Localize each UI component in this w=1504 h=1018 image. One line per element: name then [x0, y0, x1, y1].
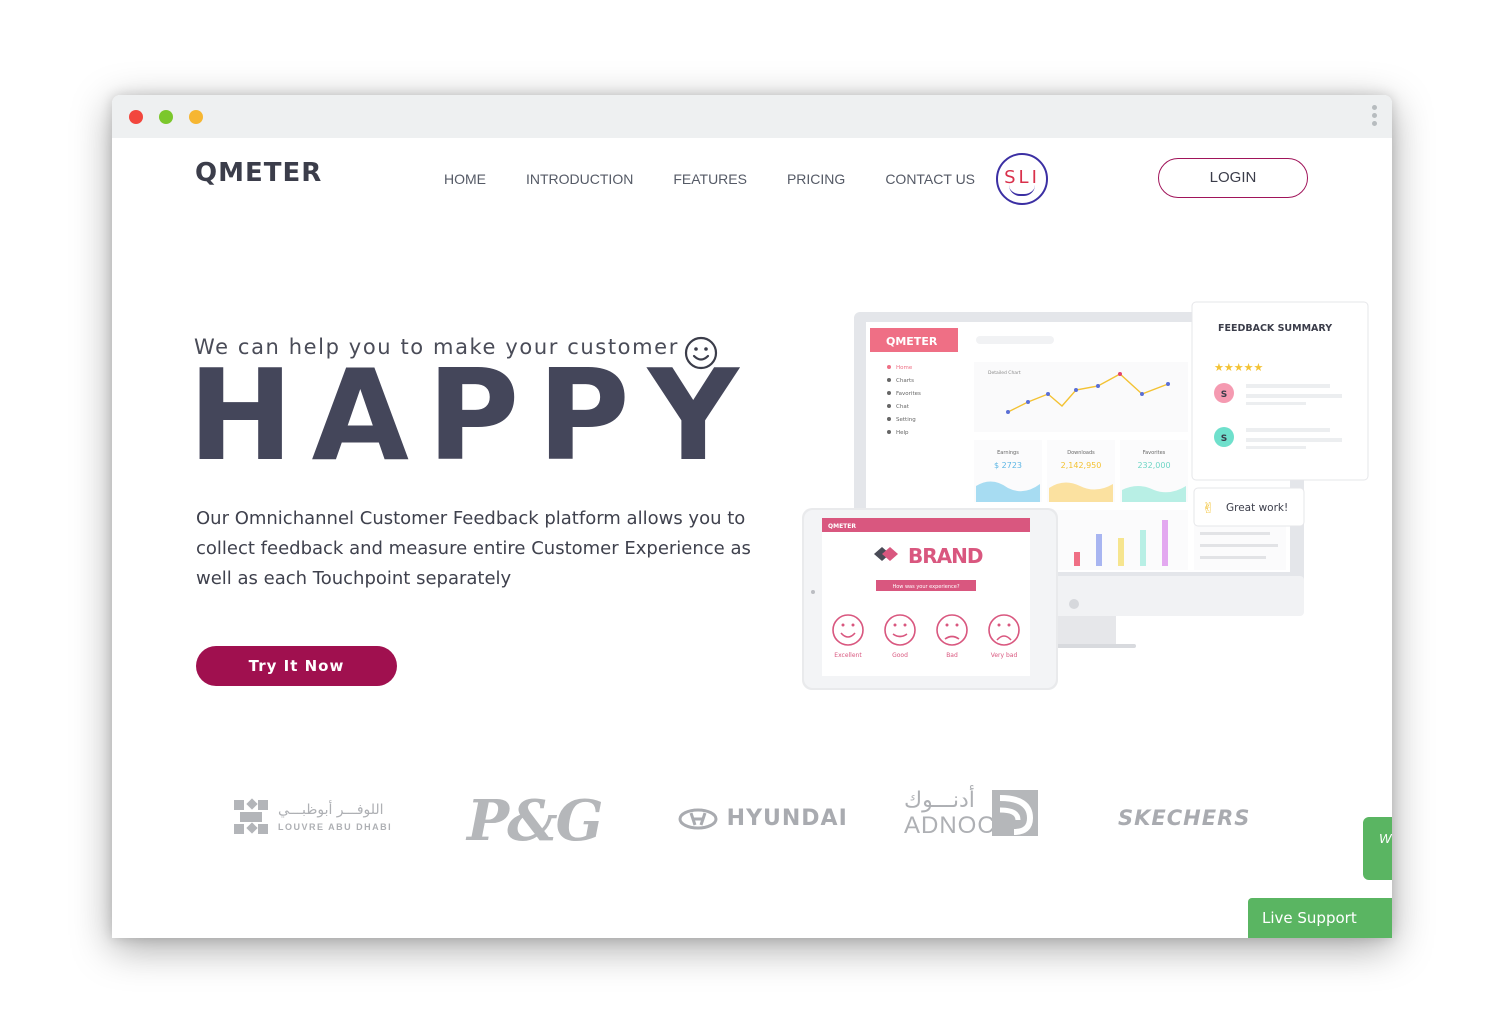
stat-downloads-value: 2,142,950	[1061, 461, 1102, 470]
nav-contact-us[interactable]: CONTACT US	[885, 171, 975, 187]
stat-favorites-value: 232,000	[1137, 461, 1170, 470]
hero-description: Our Omnichannel Customer Feedback platfo…	[196, 508, 751, 589]
feedback-summary-title: FEEDBACK SUMMARY	[1218, 323, 1332, 334]
louvre-arabic-text: اللوفـــر أبوظبـــي	[278, 802, 384, 818]
tablet-brand: BRAND	[908, 544, 983, 568]
browser-titlebar	[112, 95, 1392, 138]
pg-logo: P&G	[467, 788, 603, 854]
qmeter-logo[interactable]: QMETER	[195, 158, 322, 188]
nav-home[interactable]: HOME	[444, 171, 486, 187]
dashboard-logo: QMETER	[886, 335, 938, 348]
dash-side-home: Home	[896, 365, 913, 371]
close-window-button[interactable]	[129, 110, 143, 124]
side-feedback-tab[interactable]: W	[1363, 817, 1392, 880]
hyundai-logo: HYUNDAI	[678, 806, 848, 831]
main-nav: HOME INTRODUCTION FEATURES PRICING CONTA…	[444, 171, 1015, 187]
feedback-avatar-2: S	[1221, 434, 1227, 444]
dash-side-charts: Charts	[896, 378, 914, 384]
nav-features[interactable]: FEATURES	[673, 171, 747, 187]
face-bad: Bad	[946, 652, 958, 659]
great-work-bubble: ✌ Great work!	[1193, 487, 1305, 527]
louvre-english-text: LOUVRE ABU DHABI	[278, 822, 393, 832]
stat-earnings-value: $ 2723	[994, 461, 1022, 470]
feedback-avatar-1: S	[1221, 390, 1227, 400]
tablet-mockup: QMETER BRAND How was your experience? Ex…	[802, 508, 1058, 690]
stat-downloads-label: Downloads	[1067, 450, 1095, 456]
side-tab-text: W	[1379, 831, 1392, 846]
adnoc-logo: أدنـــوك ADNOC	[904, 788, 1044, 843]
dash-side-favorites: Favorites	[896, 391, 921, 397]
nav-introduction[interactable]: INTRODUCTION	[526, 171, 633, 187]
login-button[interactable]: LOGIN	[1158, 158, 1308, 198]
tablet-question: How was your experience?	[892, 584, 959, 590]
landing-page: QMETER HOME INTRODUCTION FEATURES PRICIN…	[112, 138, 1392, 938]
browser-window: QMETER HOME INTRODUCTION FEATURES PRICIN…	[112, 95, 1392, 938]
hero-headline: HAPPY	[188, 342, 757, 489]
dash-chart-title: Detailed Chart	[988, 370, 1021, 376]
minimize-window-button[interactable]	[189, 110, 203, 124]
dash-side-setting: Setting	[896, 417, 916, 423]
skechers-logo: SKECHERS	[1118, 806, 1251, 830]
hyundai-text: HYUNDAI	[726, 806, 848, 831]
svg-text:✌: ✌	[1202, 499, 1215, 517]
face-good: Good	[892, 652, 908, 659]
more-options-icon[interactable]	[1370, 105, 1378, 129]
client-logos: اللوفـــر أبوظبـــي LOUVRE ABU DHABI P&G…	[112, 788, 1392, 868]
feedback-stars: ★★★★★	[1214, 361, 1263, 374]
sli-badge-logo[interactable]: SLI	[996, 153, 1048, 205]
face-very-bad: Very bad	[991, 652, 1018, 659]
dash-side-chat: Chat	[896, 404, 910, 410]
maximize-window-button[interactable]	[159, 110, 173, 124]
live-support-button[interactable]: Live Support	[1248, 898, 1392, 938]
try-it-now-button[interactable]: Try It Now	[196, 646, 397, 686]
stat-favorites-label: Favorites	[1143, 450, 1166, 456]
louvre-abu-dhabi-logo: اللوفـــر أبوظبـــي LOUVRE ABU DHABI	[232, 798, 392, 838]
dash-side-help: Help	[896, 430, 909, 436]
adnoc-arabic-text: أدنـــوك	[904, 788, 975, 813]
tablet-logo: QMETER	[828, 523, 856, 530]
stat-earnings-label: Earnings	[997, 450, 1019, 456]
face-excellent: Excellent	[834, 652, 862, 659]
nav-pricing[interactable]: PRICING	[787, 171, 845, 187]
great-work-text: Great work!	[1226, 502, 1288, 514]
feedback-summary-card: FEEDBACK SUMMARY ★★★★★ S S	[1191, 301, 1369, 481]
product-illustration: QMETER Home Charts Favorites Chat Settin…	[802, 301, 1369, 690]
adnoc-english-text: ADNOC	[904, 812, 996, 839]
